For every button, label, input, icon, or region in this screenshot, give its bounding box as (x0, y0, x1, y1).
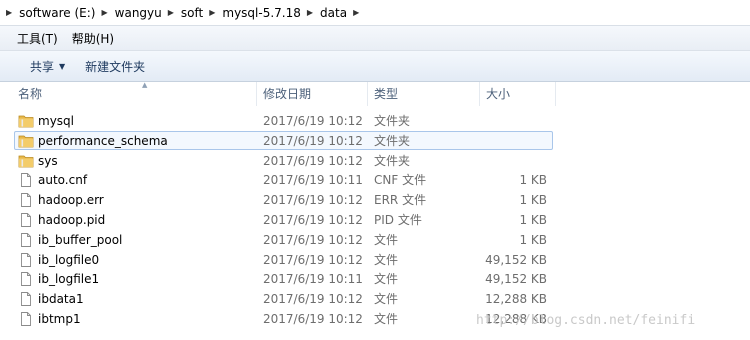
breadcrumb-soft[interactable]: soft (181, 6, 203, 20)
chevron-right-icon[interactable]: ▶ (307, 8, 313, 17)
file-icon (18, 312, 34, 326)
file-type: 文件 (374, 232, 399, 247)
file-date: 2017/6/19 10:11 (263, 272, 363, 287)
menu-help[interactable]: 帮助(H) (65, 30, 121, 47)
file-size: 49,152 KB (485, 252, 547, 267)
breadcrumb-wangyu[interactable]: wangyu (115, 6, 162, 20)
command-toolbar: 共享 ▼ 新建文件夹 (0, 51, 750, 82)
file-row[interactable]: ibdata1 2017/6/19 10:12 文件 12,288 KB (14, 289, 553, 308)
watermark-text: http://blog.csdn.net/feinifi (476, 313, 696, 328)
file-row[interactable]: ib_buffer_pool 2017/6/19 10:12 文件 1 KB (14, 230, 553, 249)
file-name: auto.cnf (38, 173, 88, 188)
file-size: 1 KB (519, 213, 547, 227)
file-icon (18, 232, 34, 247)
file-name: hadoop.err (38, 193, 104, 208)
file-type: 文件夹 (374, 114, 411, 128)
file-icon (18, 272, 34, 287)
breadcrumb-drive[interactable]: software (E:) (19, 6, 95, 20)
file-type: 文件夹 (374, 153, 411, 168)
address-bar[interactable]: ▶ software (E:) ▶ wangyu ▶ soft ▶ mysql-… (0, 0, 750, 26)
file-type: PID 文件 (374, 213, 422, 227)
breadcrumb-data[interactable]: data (320, 6, 347, 20)
file-name: mysql (38, 114, 74, 128)
file-size (485, 152, 547, 169)
file-row[interactable]: performance_schema 2017/6/19 10:12 文件夹 (14, 130, 553, 150)
file-name: ib_logfile1 (38, 272, 100, 287)
file-date: 2017/6/19 10:12 (263, 292, 363, 307)
file-size (485, 112, 547, 129)
file-type: CNF 文件 (374, 173, 427, 188)
file-name: ib_logfile0 (38, 252, 100, 267)
chevron-right-icon[interactable]: ▶ (209, 8, 215, 17)
chevron-right-icon[interactable]: ▶ (353, 8, 359, 17)
column-name-label: 名称 (18, 87, 43, 101)
chevron-right-icon[interactable]: ▶ (102, 8, 108, 17)
file-name: performance_schema (38, 133, 168, 148)
file-type: 文件 (374, 272, 399, 287)
file-date: 2017/6/19 10:12 (263, 114, 363, 128)
file-type: 文件 (374, 252, 399, 267)
folder-icon (18, 154, 34, 168)
file-date: 2017/6/19 10:12 (263, 193, 363, 208)
file-name: sys (38, 153, 58, 168)
file-icon (18, 213, 34, 227)
file-row[interactable]: sys 2017/6/19 10:12 文件夹 (14, 151, 553, 170)
file-size: 1 KB (519, 173, 547, 188)
file-size: 49,152 KB (485, 272, 547, 287)
chevron-down-icon: ▼ (59, 61, 66, 71)
breadcrumb-mysql[interactable]: mysql-5.7.18 (222, 6, 301, 20)
file-type: ERR 文件 (374, 193, 427, 208)
file-size: 12,288 KB (485, 292, 547, 307)
file-date: 2017/6/19 10:12 (263, 213, 363, 227)
file-date: 2017/6/19 10:11 (263, 173, 363, 188)
file-row[interactable]: ib_logfile0 2017/6/19 10:12 文件 49,152 KB (14, 250, 553, 269)
folder-icon (18, 114, 34, 128)
chevron-right-icon[interactable]: ▶ (6, 8, 12, 17)
file-name: ibdata1 (38, 292, 84, 307)
file-row[interactable]: ibtmp1 2017/6/19 10:12 文件 12,288 KB (14, 309, 553, 328)
file-type: 文件 (374, 292, 399, 307)
file-size: 1 KB (519, 193, 547, 208)
file-icon (18, 292, 34, 307)
file-type: 文件 (374, 312, 399, 326)
file-type: 文件夹 (374, 133, 411, 148)
file-icon (18, 252, 34, 267)
file-date: 2017/6/19 10:12 (263, 312, 363, 326)
column-name[interactable]: 名称 ▲ (12, 81, 257, 106)
file-name: ib_buffer_pool (38, 232, 123, 247)
file-size: 1 KB (519, 232, 547, 247)
file-row[interactable]: hadoop.err 2017/6/19 10:12 ERR 文件 1 KB (14, 190, 553, 209)
file-row[interactable]: auto.cnf 2017/6/19 10:11 CNF 文件 1 KB (14, 170, 553, 189)
sort-arrow-icon: ▲ (142, 81, 148, 89)
file-date: 2017/6/19 10:12 (263, 252, 363, 267)
file-row[interactable]: mysql 2017/6/19 10:12 文件夹 (14, 111, 553, 130)
column-type[interactable]: 类型 (368, 82, 480, 106)
file-row[interactable]: hadoop.pid 2017/6/19 10:12 PID 文件 1 KB (14, 210, 553, 229)
file-size (485, 132, 547, 149)
file-row[interactable]: ib_logfile1 2017/6/19 10:11 文件 49,152 KB (14, 269, 553, 288)
file-name: hadoop.pid (38, 213, 106, 227)
menu-bar: 工具(T) 帮助(H) (0, 26, 750, 51)
file-date: 2017/6/19 10:12 (263, 133, 363, 148)
file-name: ibtmp1 (38, 312, 81, 326)
new-folder-button[interactable]: 新建文件夹 (75, 58, 155, 75)
file-icon (18, 173, 34, 188)
file-icon (18, 193, 34, 208)
share-button-label: 共享 (30, 59, 55, 74)
menu-tools[interactable]: 工具(T) (10, 30, 65, 47)
file-date: 2017/6/19 10:12 (263, 153, 363, 168)
column-size[interactable]: 大小 (480, 82, 556, 106)
folder-icon (18, 134, 34, 148)
column-date[interactable]: 修改日期 (257, 82, 368, 106)
file-date: 2017/6/19 10:12 (263, 232, 363, 247)
share-button[interactable]: 共享 ▼ (20, 58, 75, 75)
chevron-right-icon[interactable]: ▶ (168, 8, 174, 17)
column-header: 名称 ▲ 修改日期 类型 大小 (0, 81, 750, 106)
